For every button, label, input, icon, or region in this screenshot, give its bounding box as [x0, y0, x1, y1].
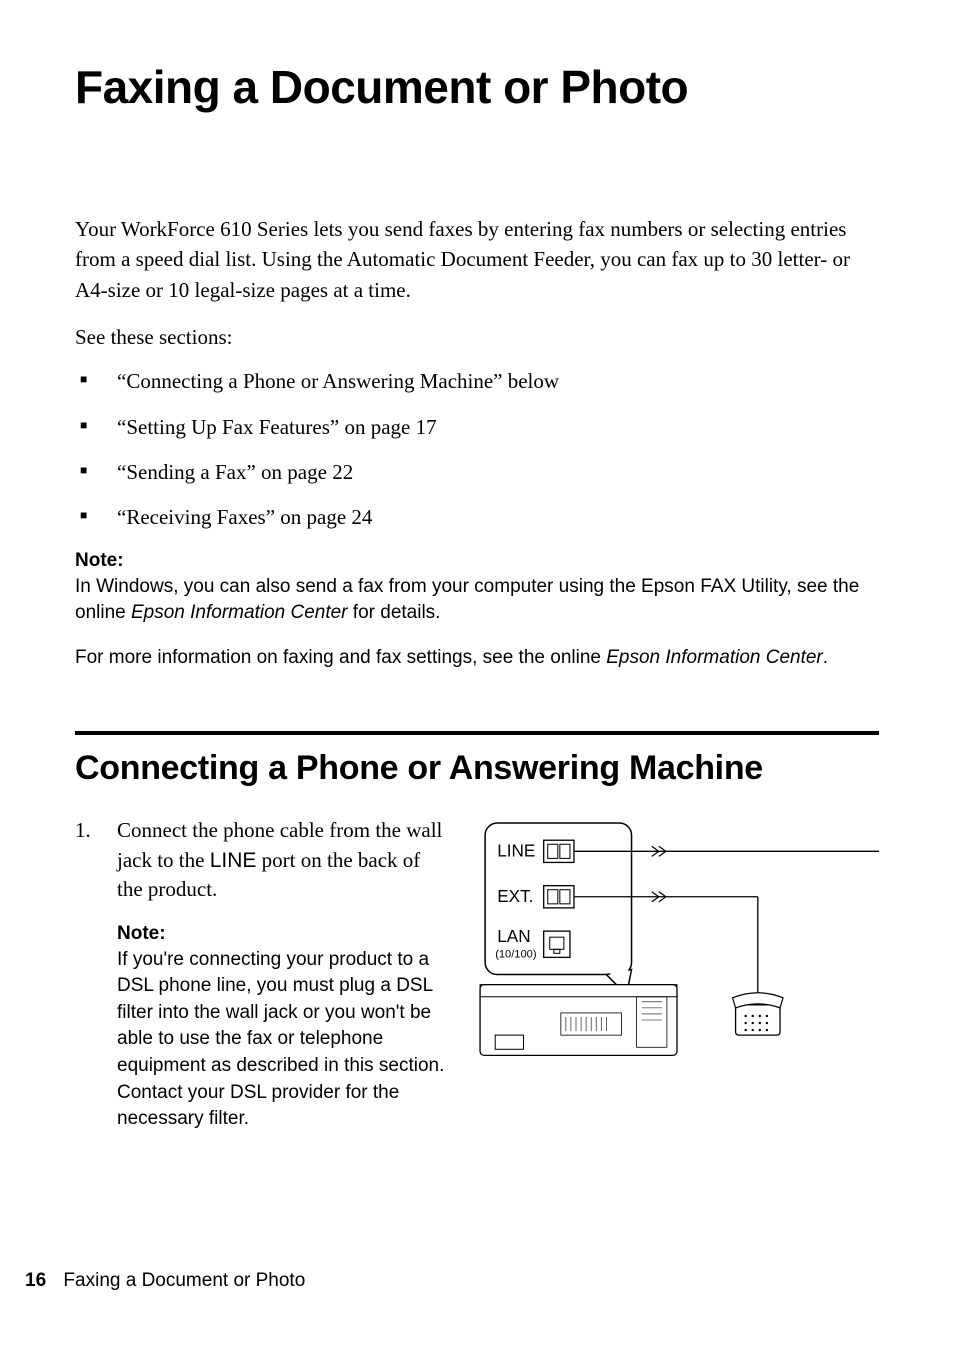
intro-paragraph: Your WorkForce 610 Series lets you send … — [75, 214, 879, 305]
note-body: If you're connecting your product to a D… — [117, 947, 445, 1133]
note-label: Note: — [75, 550, 879, 572]
step-item: 1. Connect the phone cable from the wall… — [75, 816, 445, 904]
more-info-b: . — [823, 647, 828, 668]
list-item: “Sending a Fax” on page 22 — [75, 459, 879, 486]
more-info-text: For more information on faxing and fax s… — [75, 645, 879, 672]
section-heading: Connecting a Phone or Answering Machine — [75, 749, 879, 788]
step-number: 1. — [75, 816, 91, 845]
more-info-italic: Epson Information Center — [606, 647, 823, 668]
list-item: “Receiving Faxes” on page 24 — [75, 504, 879, 531]
diagram-label-line: LINE — [497, 841, 535, 861]
see-sections-text: See these sections: — [75, 325, 879, 350]
note-body: In Windows, you can also send a fax from… — [75, 574, 879, 627]
step-row: 1. Connect the phone cable from the wall… — [75, 816, 879, 1132]
list-item: “Setting Up Fax Features” on page 17 — [75, 414, 879, 441]
footer-title: Faxing a Document or Photo — [63, 1270, 305, 1291]
note-text: for details. — [348, 602, 441, 623]
page-number: 16 — [25, 1270, 46, 1291]
note-label: Note: — [117, 923, 445, 945]
diagram-svg: LINE EXT. LAN (10/100) — [475, 818, 879, 1081]
page-footer: 16 Faxing a Document or Photo — [25, 1270, 305, 1292]
section-divider — [75, 731, 879, 735]
diagram-label-lan-sub: (10/100) — [495, 949, 536, 961]
phone-icon — [733, 993, 783, 1035]
diagram-label-ext: EXT. — [497, 886, 533, 906]
more-info-a: For more information on faxing and fax s… — [75, 647, 606, 668]
step-text-column: 1. Connect the phone cable from the wall… — [75, 816, 445, 1132]
bullet-list: “Connecting a Phone or Answering Machine… — [75, 368, 879, 531]
step-body: Connect the phone cable from the wall ja… — [117, 818, 442, 901]
connection-diagram: LINE EXT. LAN (10/100) — [475, 816, 879, 1132]
step-note: Note: If you're connecting your product … — [75, 923, 445, 1133]
diagram-label-lan: LAN — [497, 927, 530, 947]
page-title: Faxing a Document or Photo — [75, 60, 879, 114]
list-item: “Connecting a Phone or Answering Machine… — [75, 368, 879, 395]
step-line-word: LINE — [210, 849, 257, 872]
note-italic: Epson Information Center — [131, 602, 348, 623]
step-list: 1. Connect the phone cable from the wall… — [75, 816, 445, 904]
